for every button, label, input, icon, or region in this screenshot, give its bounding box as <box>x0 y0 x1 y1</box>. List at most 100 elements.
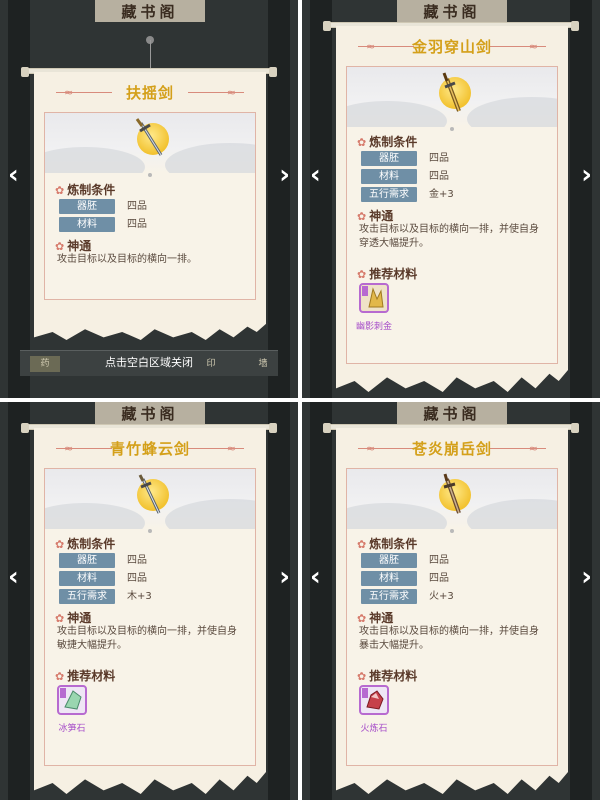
sword-icon <box>135 118 163 156</box>
requirement-label: 材料 <box>361 169 417 184</box>
requirement-value: 四品 <box>429 171 449 182</box>
requirement-row: 材料 四品 <box>361 169 541 184</box>
swirl-ornament-icon: ≈ <box>366 442 376 455</box>
flower-icon: ✿ <box>55 670 65 683</box>
landscape-banner <box>45 113 255 173</box>
prev-arrow-icon[interactable]: ‹ <box>8 160 19 190</box>
info-panel: ✿ 炼制条件 器胚 四品 材料 四品 五行需求 木+3 ✿ 神通 攻击目标以及目标的… <box>44 468 256 766</box>
requirement-label: 五行需求 <box>361 187 417 202</box>
library-sign: 藏书阁 <box>95 402 205 424</box>
background-pillar <box>310 0 332 398</box>
next-arrow-icon[interactable]: › <box>279 160 290 190</box>
screenshot-panel-cangyan: 藏书阁 ≈ ≈ 苍炎崩岳剑 ✿ 炼制条件 器胚 四品 材料 四品 五行需求 火+… <box>302 402 600 800</box>
requirement-row: 材料 四品 <box>59 571 239 586</box>
title-bar: ≈ ≈ 扶摇剑 <box>34 82 266 104</box>
next-arrow-icon[interactable]: › <box>581 562 592 592</box>
background-pillar <box>570 402 592 800</box>
skill-description: 攻击目标以及目标的横向一排，并使自身敏捷大幅提升。 <box>57 626 237 651</box>
requirement-row: 器胚 四品 <box>59 553 239 568</box>
next-arrow-icon[interactable]: › <box>581 160 592 190</box>
library-sign: 藏书阁 <box>397 0 507 22</box>
scroll-paper: ≈ ≈ 苍炎崩岳剑 ✿ 炼制条件 器胚 四品 材料 四品 五行需求 火+3 ✿ … <box>336 428 568 794</box>
requirement-value: 四品 <box>127 219 147 230</box>
material-name: 幽影刺金 <box>355 322 392 332</box>
skill-description: 攻击目标以及目标的横向一排，并使自身穿透大幅提升。 <box>359 224 539 249</box>
scroll-paper: ≈ ≈ 青竹蜂云剑 ✿ 炼制条件 器胚 四品 材料 四品 五行需求 木+3 ✿ … <box>34 428 266 794</box>
requirement-value: 金+3 <box>429 189 454 200</box>
section-craft-header: ✿ 炼制条件 <box>55 537 116 551</box>
info-panel: ✿ 炼制条件 器胚 四品 材料 四品 五行需求 金+3 ✿ 神通 攻击目标以及目标的… <box>346 66 558 364</box>
requirement-label: 五行需求 <box>59 589 115 604</box>
swirl-ornament-icon: ≈ <box>64 442 74 455</box>
requirement-label: 材料 <box>361 571 417 586</box>
gold-crystal-icon[interactable] <box>359 283 389 313</box>
background-pillar <box>8 402 30 800</box>
screenshot-panel-fuyao: 藏书阁 药 印 墙 ≈ ≈ 扶摇剑 ✿ 炼制条件 器胚 四品 材料 四品 ✿ 神… <box>0 0 298 398</box>
requirement-value: 四品 <box>127 555 147 566</box>
landscape-banner <box>45 469 255 529</box>
flower-icon: ✿ <box>357 612 367 625</box>
landscape-banner <box>347 469 557 529</box>
section-skill-header: ✿ 神通 <box>55 239 92 253</box>
title-bar: ≈ ≈ 金羽穿山剑 <box>336 36 568 58</box>
requirement-row: 五行需求 木+3 <box>59 589 239 604</box>
close-hint[interactable]: 点击空白区域关闭 <box>0 354 298 370</box>
library-sign: 藏书阁 <box>397 402 507 424</box>
requirement-value: 四品 <box>429 573 449 584</box>
swirl-ornament-icon: ≈ <box>64 86 74 99</box>
prev-arrow-icon[interactable]: ‹ <box>8 562 19 592</box>
next-arrow-icon[interactable]: › <box>279 562 290 592</box>
requirement-row: 材料 四品 <box>361 571 541 586</box>
screenshot-panel-jinyu: 藏书阁 ≈ ≈ 金羽穿山剑 ✿ 炼制条件 器胚 四品 材料 四品 五行需求 金+… <box>302 0 600 398</box>
section-craft-header: ✿ 炼制条件 <box>357 537 418 551</box>
swirl-ornament-icon: ≈ <box>528 40 538 53</box>
section-materials-header: ✿ 推荐材料 <box>55 669 116 683</box>
scroll-paper: ≈ ≈ 扶摇剑 ✿ 炼制条件 器胚 四品 材料 四品 ✿ 神通 攻击目标以及目标… <box>34 72 266 340</box>
title-bar: ≈ ≈ 苍炎崩岳剑 <box>336 438 568 460</box>
requirement-label: 器胚 <box>59 553 115 568</box>
swirl-ornament-icon: ≈ <box>366 40 376 53</box>
flower-icon: ✿ <box>357 136 367 149</box>
sword-icon <box>442 72 461 112</box>
hanging-string <box>150 40 151 70</box>
scroll-paper: ≈ ≈ 金羽穿山剑 ✿ 炼制条件 器胚 四品 材料 四品 五行需求 金+3 ✿ … <box>336 26 568 392</box>
requirement-label: 材料 <box>59 217 115 232</box>
requirement-label: 器胚 <box>59 199 115 214</box>
section-skill-header: ✿ 神通 <box>357 611 394 625</box>
section-skill-header: ✿ 神通 <box>55 611 92 625</box>
sword-icon <box>138 474 161 514</box>
red-crystal-icon[interactable] <box>359 685 389 715</box>
flower-icon: ✿ <box>357 210 367 223</box>
requirement-value: 四品 <box>429 555 449 566</box>
section-materials-header: ✿ 推荐材料 <box>357 669 418 683</box>
flower-icon: ✿ <box>357 670 367 683</box>
flower-icon: ✿ <box>357 538 367 551</box>
sword-icon <box>443 473 461 514</box>
requirement-label: 器胚 <box>361 151 417 166</box>
section-craft-header: ✿ 炼制条件 <box>55 183 116 197</box>
section-materials-header: ✿ 推荐材料 <box>357 267 418 281</box>
background-pillar <box>268 402 290 800</box>
swirl-ornament-icon: ≈ <box>528 442 538 455</box>
flower-icon: ✿ <box>55 538 65 551</box>
skill-description: 攻击目标以及目标的横向一排。 <box>57 254 197 265</box>
requirement-row: 器胚 四品 <box>361 151 541 166</box>
background-pillar <box>570 0 592 398</box>
landscape-banner <box>347 67 557 127</box>
title-bar: ≈ ≈ 青竹蜂云剑 <box>34 438 266 460</box>
requirement-row: 五行需求 火+3 <box>361 589 541 604</box>
green-crystal-icon[interactable] <box>57 685 87 715</box>
divider-dot <box>450 529 454 533</box>
info-panel: ✿ 炼制条件 器胚 四品 材料 四品 ✿ 神通 攻击目标以及目标的横向一排。 <box>44 112 256 300</box>
sword-title: 青竹蜂云剑 <box>109 440 190 458</box>
background-pillar <box>268 0 290 398</box>
swirl-ornament-icon: ≈ <box>226 442 236 455</box>
requirement-value: 四品 <box>127 201 147 212</box>
requirement-value: 四品 <box>127 573 147 584</box>
requirement-row: 五行需求 金+3 <box>361 187 541 202</box>
screenshot-panel-qingzhu: 藏书阁 ≈ ≈ 青竹蜂云剑 ✿ 炼制条件 器胚 四品 材料 四品 五行需求 木+… <box>0 402 298 800</box>
requirement-value: 四品 <box>429 153 449 164</box>
prev-arrow-icon[interactable]: ‹ <box>310 160 321 190</box>
prev-arrow-icon[interactable]: ‹ <box>310 562 321 592</box>
background-pillar <box>8 0 30 398</box>
